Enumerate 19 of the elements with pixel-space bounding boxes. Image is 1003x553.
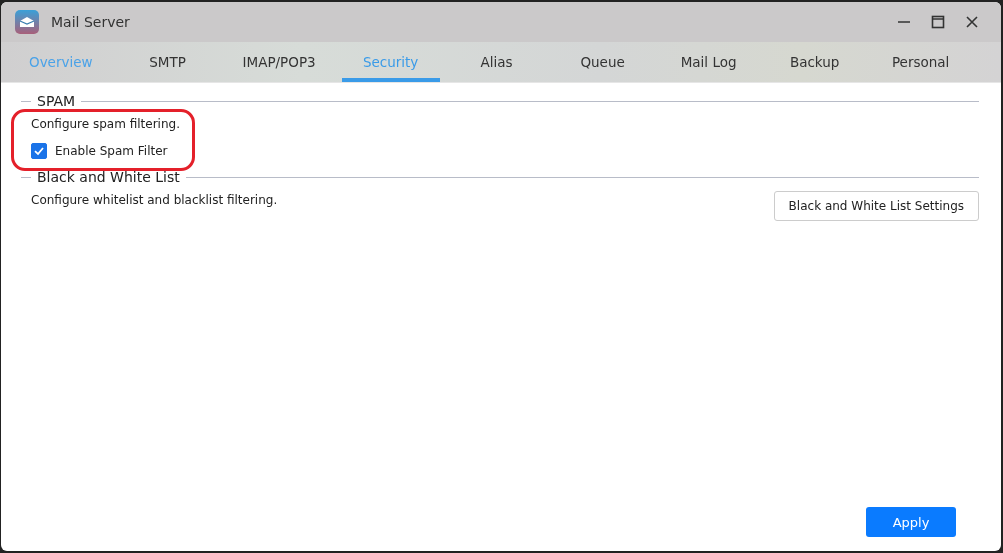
tab[interactable]: SMTP (118, 42, 217, 82)
close-icon[interactable] (965, 15, 979, 29)
mail-app-icon (15, 10, 39, 34)
tab[interactable]: IMAP/POP3 (224, 42, 334, 82)
settings-button[interactable]: Black and White List Settings (773, 191, 979, 221)
tab[interactable]: Personal (871, 42, 970, 82)
section-title: SPAM (37, 93, 76, 109)
section-title: Black and White List (37, 169, 180, 185)
tab[interactable]: Backup (765, 42, 864, 82)
tab[interactable]: Mail Log (659, 42, 758, 82)
tab[interactable]: Queue (553, 42, 652, 82)
tab[interactable]: Alias (447, 42, 546, 82)
window-title: Mail Server (51, 14, 130, 30)
section-description: Configure spam filtering. (31, 116, 180, 133)
maximize-icon[interactable] (931, 15, 945, 29)
apply-button[interactable]: Apply (866, 507, 956, 537)
checkbox[interactable] (31, 143, 47, 159)
checkbox-label: Enable Spam Filter (55, 144, 168, 158)
section-description: Configure whitelist and blacklist filtering. (31, 192, 278, 209)
